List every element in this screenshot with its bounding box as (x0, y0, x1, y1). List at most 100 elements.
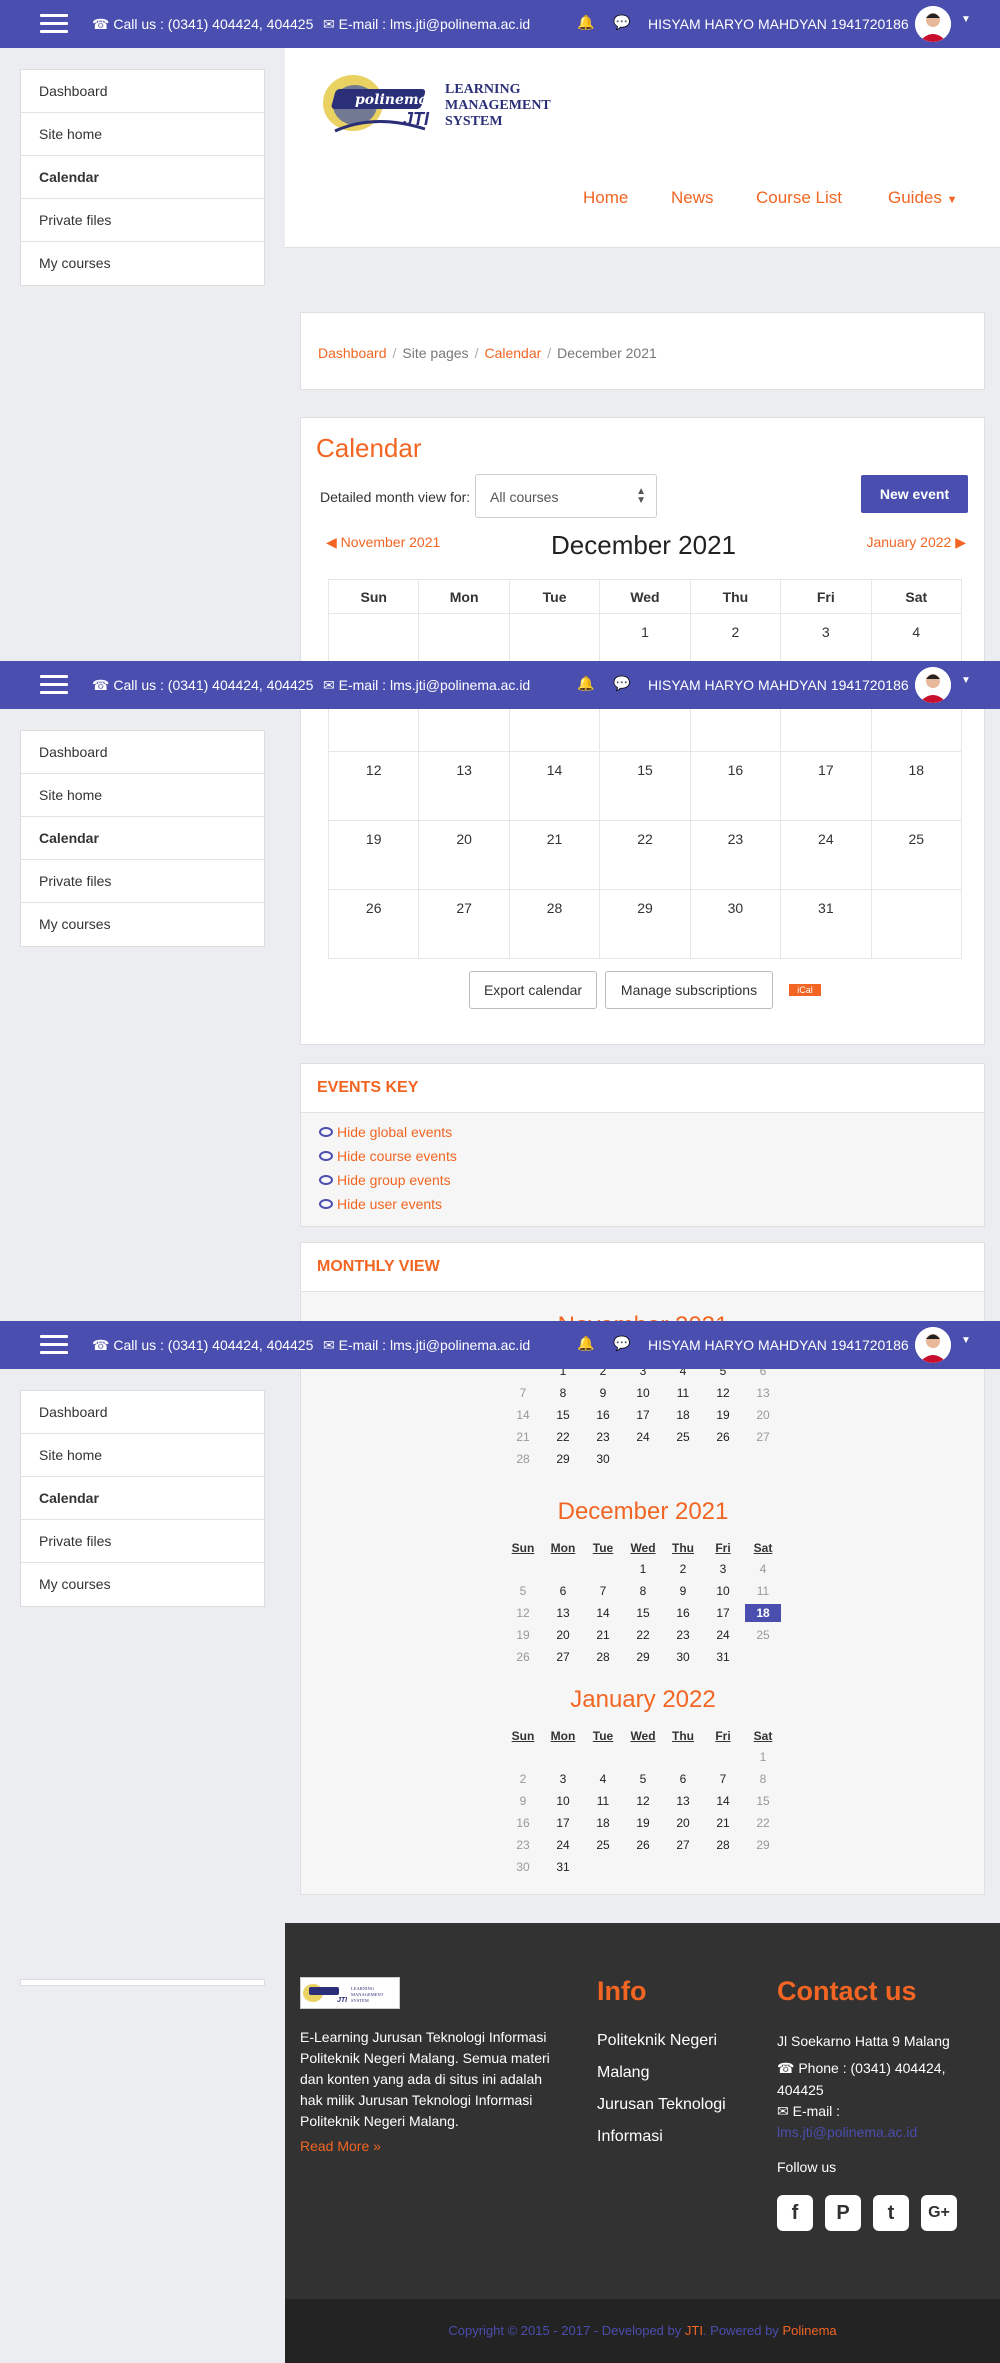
hide-course-events[interactable]: Hide course events (319, 1148, 457, 1164)
mini-day-cell[interactable]: 3 (543, 1768, 583, 1790)
pinterest-icon[interactable]: P (825, 2195, 861, 2231)
drawer-item-site-home[interactable]: Site home (21, 113, 264, 156)
mini-day-cell[interactable]: 30 (663, 1646, 703, 1668)
calendar-day-cell[interactable]: 24 (780, 820, 872, 890)
calendar-day-cell[interactable] (870, 889, 963, 959)
mini-day-cell[interactable]: 1 (743, 1746, 783, 1768)
calendar-day-cell[interactable]: 25 (870, 820, 963, 890)
mini-day-cell[interactable]: 15 (743, 1790, 783, 1812)
mini-day-cell[interactable]: 2 (663, 1558, 703, 1580)
mini-day-cell[interactable]: 21 (703, 1812, 743, 1834)
menu-icon[interactable] (40, 14, 68, 34)
user-name[interactable]: HISYAM HARYO MAHDYAN 1941720186 (648, 677, 909, 693)
course-select[interactable]: All courses ▲ ▼ (475, 474, 657, 518)
drawer-item-my-courses[interactable]: My courses (21, 242, 264, 285)
read-more-link[interactable]: Read More » (300, 2138, 381, 2154)
mini-day-cell[interactable]: 26 (503, 1646, 543, 1668)
mini-day-cell[interactable]: 7 (703, 1768, 743, 1790)
mini-day-cell[interactable]: 19 (623, 1812, 663, 1834)
user-name[interactable]: HISYAM HARYO MAHDYAN 1941720186 (648, 1337, 909, 1353)
mini-day-cell[interactable]: 20 (663, 1812, 703, 1834)
avatar[interactable] (915, 1327, 951, 1363)
calendar-day-cell[interactable]: 28 (508, 889, 601, 959)
mini-day-cell[interactable]: 14 (703, 1790, 743, 1812)
menu-icon[interactable] (40, 675, 68, 695)
mini-day-cell[interactable]: 11 (583, 1790, 623, 1812)
hide-user-events[interactable]: Hide user events (319, 1196, 442, 1212)
mini-day-cell[interactable]: 23 (503, 1834, 543, 1856)
calendar-day-cell[interactable]: 31 (780, 889, 872, 959)
mini-day-cell[interactable]: 9 (583, 1382, 623, 1404)
drawer-item-dashboard[interactable]: Dashboard (21, 70, 264, 113)
mini-day-cell[interactable]: 27 (743, 1426, 783, 1448)
calendar-day-cell[interactable]: 16 (689, 751, 782, 821)
mini-day-cell[interactable]: 21 (503, 1426, 543, 1448)
mini-day-cell[interactable]: 28 (583, 1646, 623, 1668)
calendar-day-cell[interactable]: 13 (418, 751, 510, 821)
calendar-day-cell[interactable]: 22 (599, 820, 691, 890)
mini-day-cell[interactable]: 16 (583, 1404, 623, 1426)
mini-day-cell[interactable]: 4 (743, 1558, 783, 1580)
chat-icon[interactable]: 💬 (613, 14, 630, 31)
drawer-item-private-files[interactable]: Private files (21, 860, 264, 903)
mini-day-cell[interactable]: 17 (543, 1812, 583, 1834)
drawer-item-site-home[interactable]: Site home (21, 774, 264, 817)
mini-day-cell[interactable]: 23 (583, 1426, 623, 1448)
chat-icon[interactable]: 💬 (613, 675, 630, 692)
mini-day-cell[interactable]: 24 (623, 1426, 663, 1448)
mini-day-cell[interactable]: 8 (623, 1580, 663, 1602)
calendar-day-cell[interactable]: 29 (599, 889, 691, 959)
mini-day-cell[interactable]: 1 (623, 1558, 663, 1580)
menu-icon[interactable] (40, 1335, 68, 1355)
mini-day-cell[interactable]: 31 (703, 1646, 743, 1668)
footer-email-link[interactable]: lms.jti@polinema.ac.id (777, 2124, 917, 2140)
drawer-item-dashboard[interactable]: Dashboard (21, 731, 264, 774)
calendar-day-cell[interactable]: 18 (870, 751, 963, 821)
mini-day-cell[interactable]: 21 (583, 1624, 623, 1646)
drawer-item-my-courses[interactable]: My courses (21, 1563, 264, 1606)
avatar[interactable] (915, 6, 951, 42)
calendar-day-cell[interactable]: 30 (689, 889, 782, 959)
copyright-polinema-link[interactable]: Polinema (782, 2323, 836, 2338)
mini-day-cell[interactable]: 10 (623, 1382, 663, 1404)
mini-day-cell[interactable]: 22 (743, 1812, 783, 1834)
calendar-day-cell[interactable]: 23 (689, 820, 782, 890)
export-calendar-button[interactable]: Export calendar (469, 971, 597, 1009)
mini-day-cell[interactable]: 7 (583, 1580, 623, 1602)
copyright-jti-link[interactable]: JTI (685, 2323, 703, 2338)
mini-day-cell[interactable]: 14 (503, 1404, 543, 1426)
mini-day-cell[interactable]: 19 (703, 1404, 743, 1426)
new-event-button[interactable]: New event (861, 475, 968, 513)
mini-day-cell[interactable]: 6 (663, 1768, 703, 1790)
site-logo[interactable]: polinema JTI LEARNING MANAGEMENT SYSTEM (315, 63, 565, 143)
user-name[interactable]: HISYAM HARYO MAHDYAN 1941720186 (648, 16, 909, 32)
mini-day-cell[interactable]: 26 (703, 1426, 743, 1448)
mini-day-cell[interactable]: 18 (583, 1812, 623, 1834)
mini-day-cell[interactable]: 4 (583, 1768, 623, 1790)
caret-down-icon[interactable]: ▼ (961, 675, 971, 686)
caret-down-icon[interactable]: ▼ (961, 1335, 971, 1346)
nav-course-list[interactable]: Course List (756, 188, 842, 208)
mini-day-cell[interactable]: 2 (503, 1768, 543, 1790)
drawer-item-calendar[interactable]: Calendar (21, 817, 264, 860)
mini-day-cell[interactable]: 29 (623, 1646, 663, 1668)
mini-day-cell[interactable]: 6 (543, 1580, 583, 1602)
mini-day-cell[interactable]: 27 (543, 1646, 583, 1668)
drawer-item-private-files[interactable]: Private files (21, 1520, 264, 1563)
google-plus-icon[interactable]: G+ (921, 2195, 957, 2231)
facebook-icon[interactable]: f (777, 2195, 813, 2231)
today-marker[interactable]: 18 (745, 1604, 781, 1622)
mini-day-cell[interactable]: 25 (743, 1624, 783, 1646)
calendar-day-cell[interactable]: 17 (780, 751, 872, 821)
mini-day-cell[interactable]: 22 (623, 1624, 663, 1646)
mini-day-cell[interactable]: 26 (623, 1834, 663, 1856)
calendar-day-cell[interactable]: 12 (327, 751, 420, 821)
mini-day-cell[interactable]: 13 (543, 1602, 583, 1624)
calendar-day-cell[interactable]: 26 (327, 889, 420, 959)
ical-badge[interactable]: iCal (789, 984, 821, 996)
bell-icon[interactable]: 🔔 (577, 675, 594, 692)
mini-day-cell[interactable]: 18 (663, 1404, 703, 1426)
mini-day-cell[interactable]: 3 (703, 1558, 743, 1580)
mini-day-cell[interactable]: 8 (543, 1382, 583, 1404)
chat-icon[interactable]: 💬 (613, 1335, 630, 1352)
